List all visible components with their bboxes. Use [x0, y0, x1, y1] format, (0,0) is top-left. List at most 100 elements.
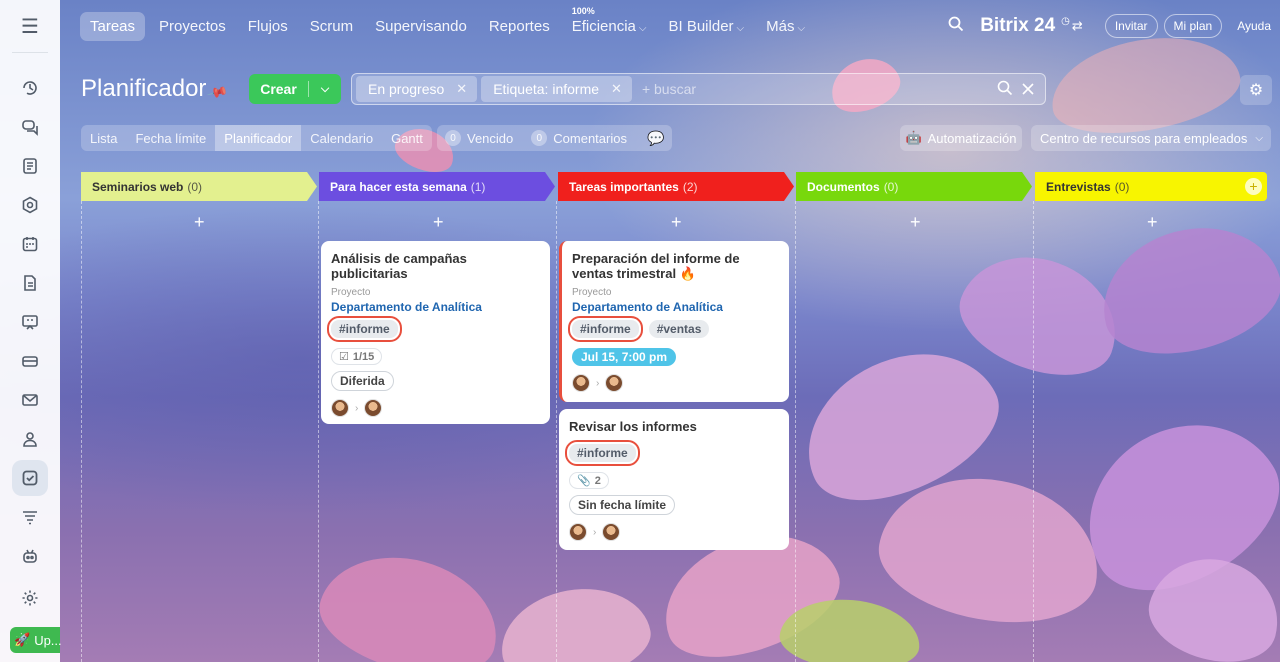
add-task-icon[interactable]: + — [671, 212, 682, 233]
switch-icon[interactable]: ⇄ — [1072, 18, 1083, 34]
avatar[interactable] — [572, 374, 590, 392]
column-title: Para hacer esta semana — [330, 179, 467, 194]
task-title[interactable]: Análisis de campañas publicitarias — [331, 251, 540, 281]
board-icon[interactable] — [12, 304, 48, 340]
column-divider — [81, 201, 82, 662]
search-input[interactable]: + buscar — [642, 81, 696, 97]
hexagon-icon[interactable] — [12, 187, 48, 223]
search-icon[interactable] — [948, 16, 964, 37]
avatar[interactable] — [605, 374, 624, 392]
close-icon[interactable]: ✕ — [456, 81, 467, 97]
tag[interactable]: #ventas — [648, 320, 710, 338]
add-task-icon[interactable]: + — [910, 212, 921, 233]
search-icon[interactable] — [997, 80, 1035, 101]
tab-fecha-limite[interactable]: Fecha límite — [126, 125, 215, 151]
tab-planificador[interactable]: Planificador — [215, 125, 302, 151]
task-card[interactable]: Preparación del informe de ventas trimes… — [559, 241, 789, 402]
upgrade-button[interactable]: 🚀 Up... — [10, 627, 62, 653]
add-task-icon[interactable]: + — [433, 212, 444, 233]
chevron-down-icon: ⌵ — [638, 22, 647, 34]
tab-calendario[interactable]: Calendario — [301, 125, 382, 151]
counters-bar: 0 Vencido 0 Comentarios 💬 — [437, 125, 672, 151]
checklist-icon: ☑ — [339, 351, 349, 363]
filter-chip-status[interactable]: En progreso ✕ — [356, 76, 478, 102]
document-icon[interactable] — [12, 265, 48, 301]
calendar-icon[interactable] — [12, 226, 48, 262]
tag[interactable]: #informe — [565, 440, 640, 466]
filter-chip-tag[interactable]: Etiqueta: informe ✕ — [481, 76, 632, 102]
tab-lista[interactable]: Lista — [81, 125, 126, 151]
settings-icon[interactable] — [12, 580, 48, 616]
feed-icon[interactable] — [12, 148, 48, 184]
tag[interactable]: #informe — [568, 316, 643, 342]
tasks-icon[interactable] — [12, 460, 48, 496]
nav-reportes[interactable]: Reportes — [489, 18, 550, 35]
overdue-label[interactable]: Vencido — [467, 131, 513, 146]
chevron-down-icon[interactable]: ⌵ — [309, 83, 341, 96]
add-task-icon[interactable]: + — [194, 212, 205, 233]
column-header-importantes[interactable]: Tareas importantes (2) — [558, 172, 794, 201]
nav-mas[interactable]: Más ⌵ — [766, 18, 805, 35]
add-task-icon[interactable]: + — [1147, 212, 1158, 233]
project-link[interactable]: Departamento de Analítica — [572, 300, 779, 314]
avatar[interactable] — [364, 399, 383, 417]
nav-proyectos[interactable]: Proyectos — [159, 18, 226, 35]
efficiency-value: 100% — [571, 5, 595, 16]
project-label: Proyecto — [331, 287, 371, 298]
create-button-label: Crear — [249, 81, 309, 97]
task-title[interactable]: Preparación del informe de ventas trimes… — [572, 251, 779, 281]
page-title: Planificador — [81, 75, 207, 102]
avatar[interactable] — [569, 523, 587, 541]
avatar[interactable] — [602, 523, 621, 541]
column-divider — [556, 201, 557, 662]
tag[interactable]: #informe — [327, 316, 402, 342]
help-button[interactable]: Ayuda — [1228, 15, 1280, 37]
invite-button[interactable]: Invitar — [1104, 14, 1158, 38]
nav-bi-builder-label: BI Builder — [668, 17, 734, 35]
column-header-para-hacer[interactable]: Para hacer esta semana (1) — [319, 172, 555, 201]
my-plan-button[interactable]: Mi plan — [1163, 14, 1223, 38]
column-header-entrevistas[interactable]: Entrevistas (0) — [1035, 172, 1267, 201]
menu-icon[interactable]: ☰ — [12, 8, 48, 44]
nav-mas-label: Más — [766, 17, 795, 35]
create-button[interactable]: Crear ⌵ — [249, 74, 341, 104]
status-badge[interactable]: Sin fecha límite — [569, 495, 676, 515]
gear-icon[interactable]: ⚙ — [1240, 75, 1272, 105]
add-column-icon[interactable]: + — [1245, 178, 1262, 195]
nav-tareas[interactable]: Tareas — [80, 11, 146, 41]
activity-icon[interactable] — [12, 70, 48, 106]
chevron-down-icon: ⌵ — [736, 22, 745, 34]
chat-check-icon[interactable]: 💬 — [647, 130, 664, 147]
tab-gantt[interactable]: Gantt — [382, 125, 432, 151]
chat-icon[interactable] — [12, 109, 48, 145]
status-badge[interactable]: Diferida — [331, 371, 394, 391]
project-link[interactable]: Departamento de Analítica — [331, 300, 540, 314]
column-header-documentos[interactable]: Documentos (0) — [796, 172, 1032, 201]
filter-icon[interactable] — [12, 499, 48, 535]
task-card[interactable]: Análisis de campañas publicitarias Proye… — [321, 241, 550, 424]
column-title: Seminarios web — [92, 179, 184, 194]
robot-icon[interactable] — [12, 538, 48, 574]
crm-icon[interactable] — [12, 343, 48, 379]
resource-center-select[interactable]: Centro de recursos para empleados ⌵ — [1031, 125, 1271, 151]
checklist-badge[interactable]: ☑ 1/15 — [331, 348, 383, 365]
deadline-badge[interactable]: Jul 15, 7:00 pm — [572, 348, 677, 366]
column-header-seminarios[interactable]: Seminarios web (0) — [81, 172, 317, 201]
brand-logo[interactable]: Bitrix 24 — [980, 15, 1055, 37]
mail-icon[interactable] — [12, 382, 48, 418]
nav-bi-builder[interactable]: BI Builder ⌵ — [669, 18, 745, 35]
checklist-count: 1/15 — [352, 350, 375, 363]
avatar[interactable] — [331, 399, 349, 417]
task-card[interactable]: Revisar los informes #informe 📎 2 Sin fe… — [559, 409, 789, 550]
automation-button[interactable]: 🤖 Automatización — [900, 125, 1022, 151]
comments-label[interactable]: Comentarios — [553, 131, 627, 146]
nav-eficiencia[interactable]: 100% Eficiencia ⌵ — [572, 6, 647, 35]
close-icon[interactable]: ✕ — [611, 81, 622, 97]
attachments-badge[interactable]: 📎 2 — [569, 472, 609, 489]
contacts-icon[interactable] — [12, 421, 48, 457]
nav-scrum[interactable]: Scrum — [310, 18, 353, 35]
filter-search-box[interactable]: En progreso ✕ Etiqueta: informe ✕ + busc… — [351, 73, 1046, 105]
nav-supervisando[interactable]: Supervisando — [375, 18, 467, 35]
task-title[interactable]: Revisar los informes — [569, 419, 779, 434]
nav-flujos[interactable]: Flujos — [248, 18, 288, 35]
